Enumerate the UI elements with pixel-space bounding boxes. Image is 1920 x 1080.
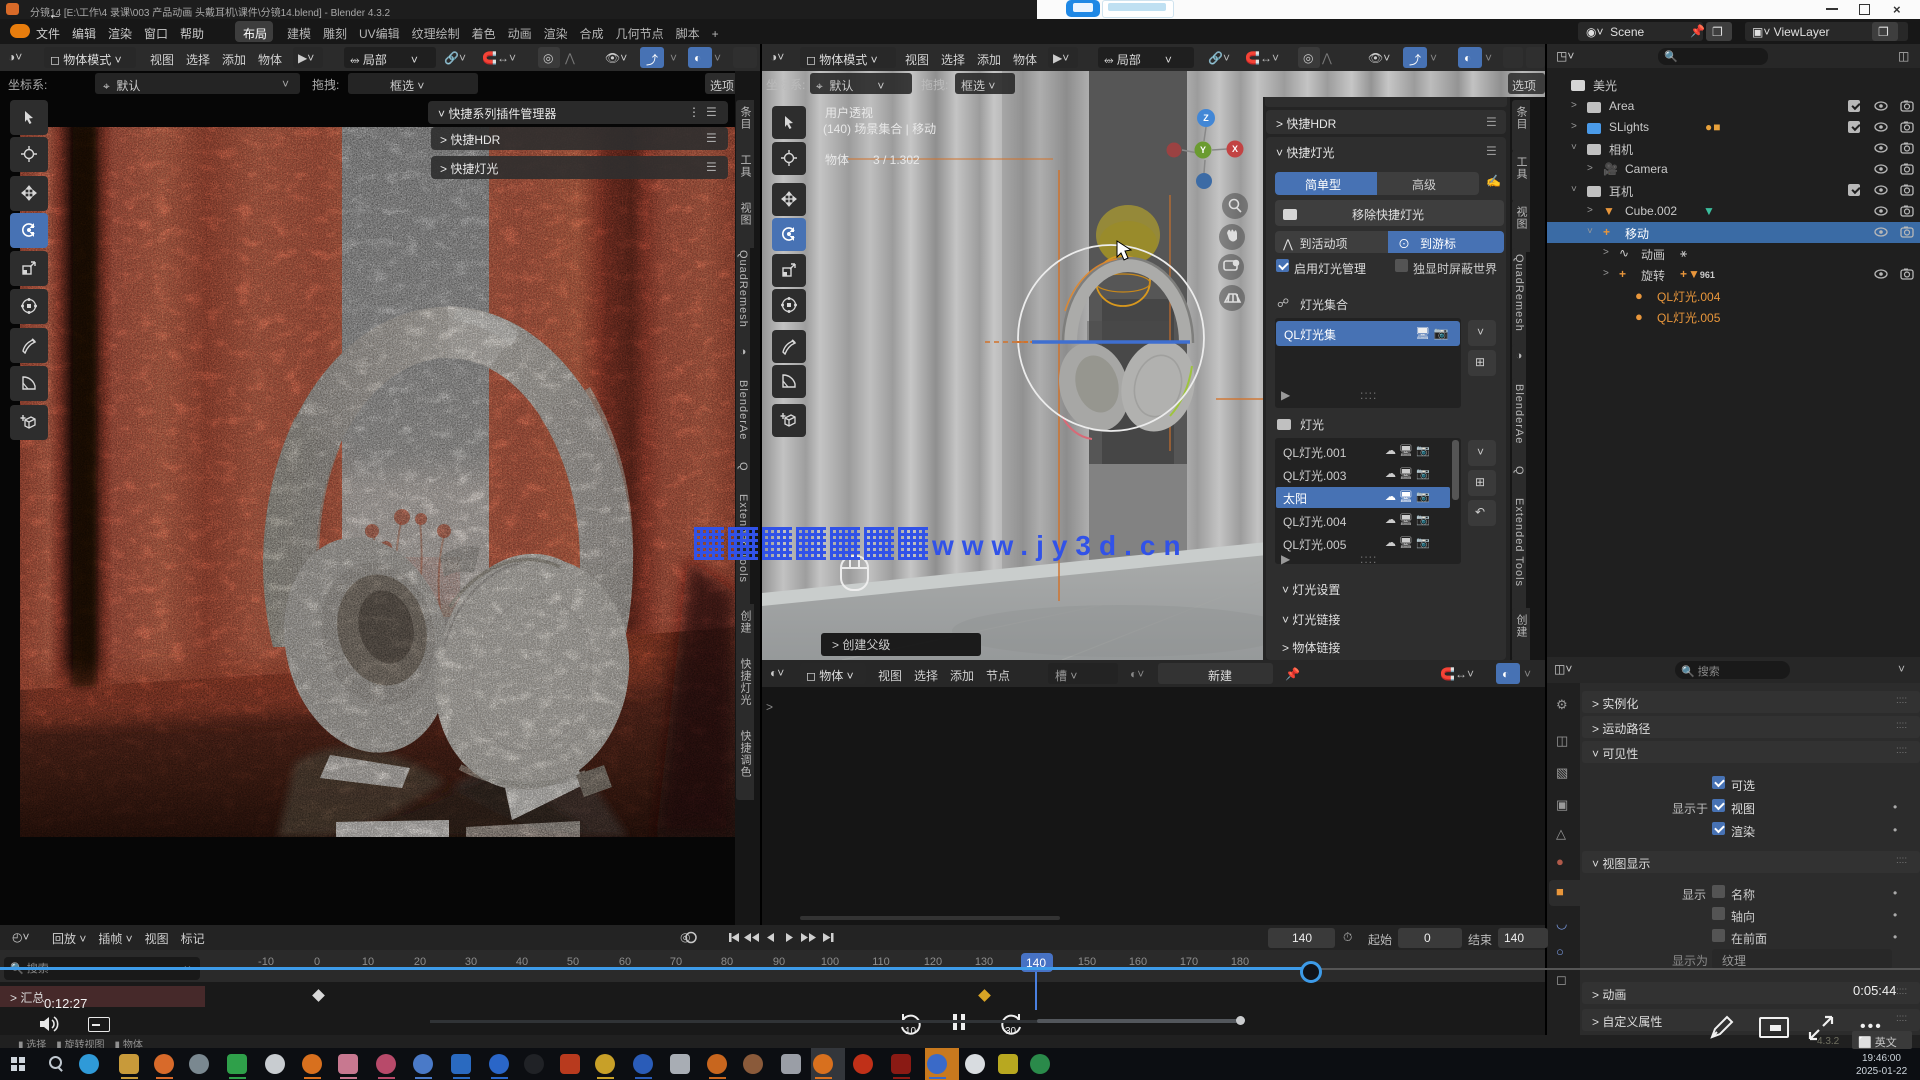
svg-text:用户透视: 用户透视 (825, 105, 873, 120)
svg-text:Z: Z (1203, 113, 1209, 123)
svg-text:10: 10 (905, 1026, 917, 1037)
svg-text:X: X (1232, 144, 1238, 154)
svg-text:Y: Y (1200, 145, 1206, 155)
svg-text:30: 30 (1005, 1026, 1017, 1037)
svg-text:˃ 创建父级: ˃ 创建父级 (832, 638, 890, 652)
svg-text:物体 3 / 1.302: 物体 3 / 1.302 (825, 153, 920, 167)
svg-text:(140) 场景集合 | 移动: (140) 场景集合 | 移动 (823, 121, 936, 136)
